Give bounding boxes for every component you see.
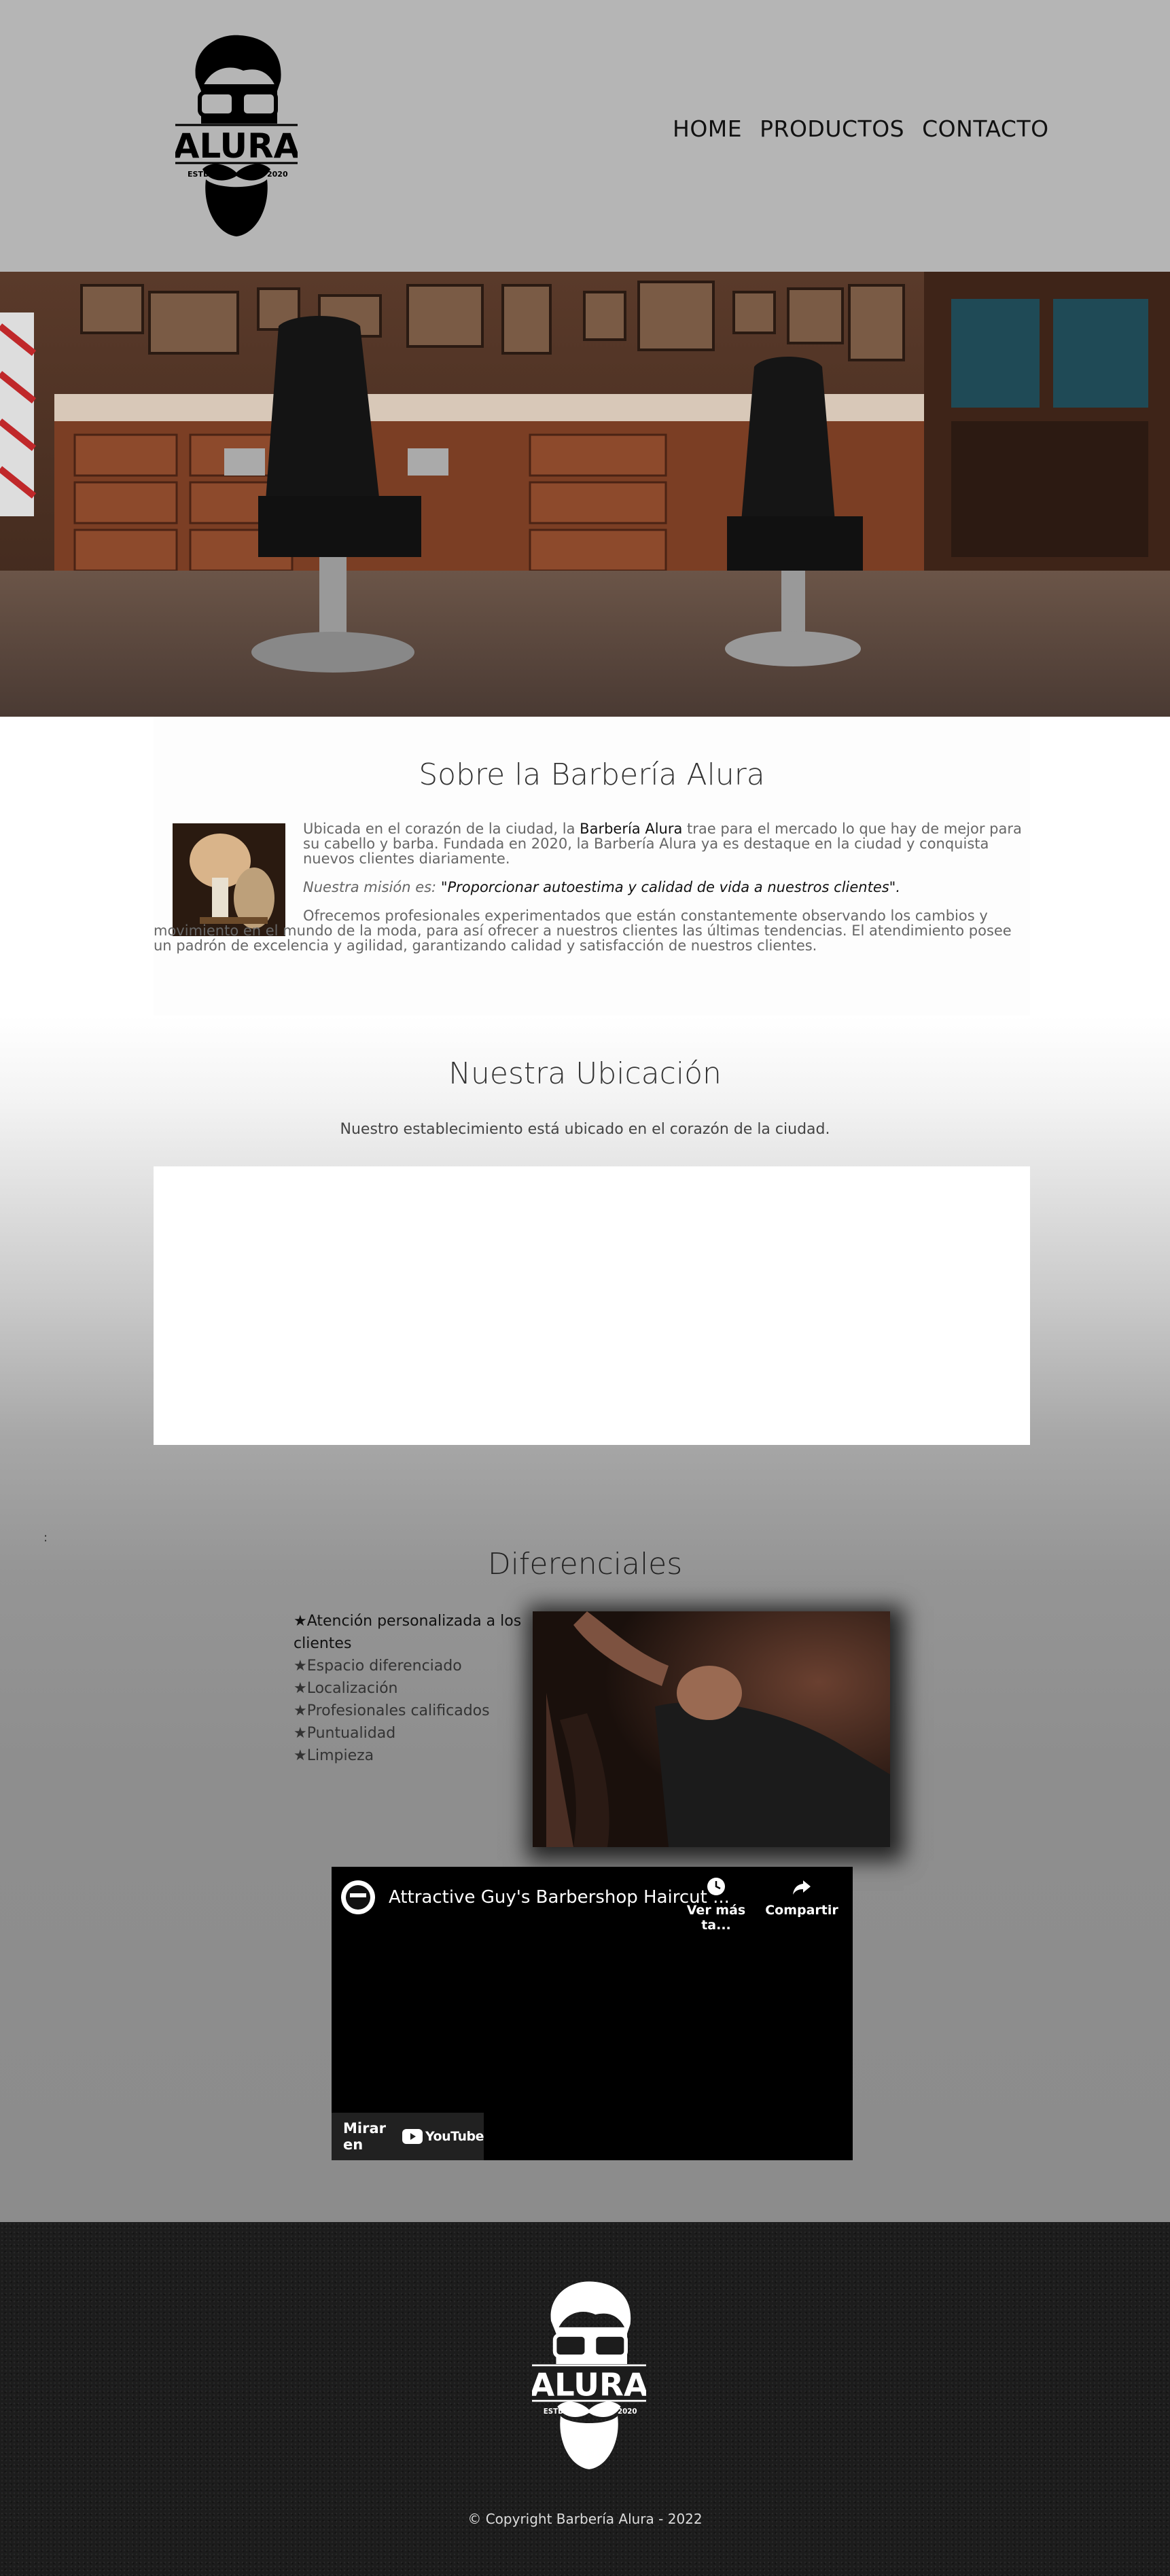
about-paragraph-3: Ofrecemos profesionales experimentados q… [154,908,1012,954]
copyright-text: © Copyright Barbería Alura - 2022 [467,2511,703,2527]
clock-icon [707,1878,725,1895]
site-footer: ALURA ESTD 2020 © Copyright Barbería Alu… [0,2222,1170,2576]
youtube-embed[interactable]: Attractive Guy's Barbershop Haircut ... … [332,1867,853,2160]
nav-productos-link[interactable]: PRODUCTOS [760,115,904,142]
barber-shaving-photo [533,1611,890,1847]
youtube-play-icon [402,2129,423,2144]
about-text: Ubicada en el corazón de la ciudad, la B… [154,821,1030,967]
location-subtitle: Nuestro establecimiento está ubicado en … [340,1121,830,1138]
list-item: ★Puntualidad [294,1725,396,1742]
main-nav: HOME PRODUCTOS CONTACTO [673,115,1049,142]
svg-text:2020: 2020 [267,170,288,179]
list-item: ★Espacio diferenciado [294,1658,462,1675]
list-item: ★Limpieza [294,1747,374,1764]
about-title: Sobre la Barbería Alura [419,757,765,792]
svg-text:ALURA: ALURA [532,2367,646,2404]
stray-colon: : [43,1531,48,1545]
watch-on-youtube-button[interactable]: Mirar en YouTube [332,2113,484,2160]
list-item: ★Atención personalizada a los clientes [294,1613,522,1652]
watch-later-button[interactable]: Ver más ta... [675,1876,757,1933]
about-paragraph-1: Ubicada en el corazón de la ciudad, la B… [303,821,1022,867]
location-title: Nuestra Ubicación [448,1056,722,1091]
hero-barbershop-image [0,272,1170,717]
channel-avatar-icon[interactable] [341,1880,375,1914]
map-embed[interactable] [154,1166,1030,1445]
alura-logo[interactable]: ALURA ESTD 2020 [173,30,300,238]
about-card: Sobre la Barbería Alura Ubicada en el co… [154,717,1030,1016]
svg-text:ALURA: ALURA [175,126,298,166]
share-icon [793,1880,811,1895]
nav-contacto-link[interactable]: CONTACTO [922,115,1048,142]
alura-footer-logo: ALURA ESTD 2020 [530,2273,648,2474]
list-item: ★Localización [294,1680,398,1697]
svg-text:2020: 2020 [618,2408,637,2416]
site-header: ALURA ESTD 2020 HOME PRODUCTOS CONTACTO [0,0,1170,272]
about-section: Sobre la Barbería Alura Ubicada en el co… [0,717,1170,1016]
about-mission: Nuestra misión es: "Proporcionar autoest… [303,879,901,895]
diferenciales-title: Diferenciales [487,1547,683,1581]
share-button[interactable]: Compartir [761,1876,843,1918]
location-and-diferenciales: Nuestra Ubicación Nuestro establecimient… [0,1016,1170,2222]
brand-highlight: Barbería Alura [580,821,683,837]
diferenciales-list: ★Atención personalizada a los clientes ★… [294,1610,525,1767]
list-item: ★Profesionales calificados [294,1702,490,1719]
nav-home-link[interactable]: HOME [673,115,742,142]
